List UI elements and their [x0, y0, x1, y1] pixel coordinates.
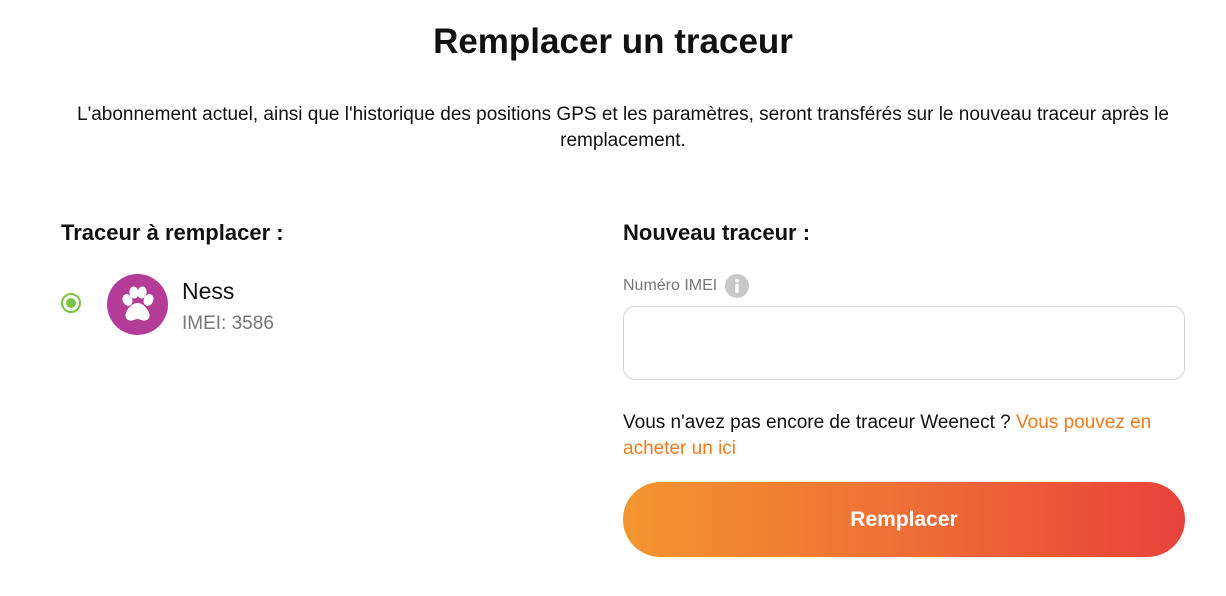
tracker-to-replace-heading: Traceur à remplacer : [61, 220, 284, 245]
buy-prompt-text: Vous n'avez pas encore de traceur Weenec… [623, 412, 1017, 433]
replace-tracker-page: Remplacer un traceur L'abonnement actuel… [0, 0, 1226, 596]
imei-input[interactable] [623, 306, 1185, 380]
imei-label-row: Numéro IMEI [623, 273, 750, 299]
tracker-name: Ness [182, 278, 235, 304]
buy-tracker-prompt: Vous n'avez pas encore de traceur Weenec… [623, 410, 1185, 462]
radio-selected-dot [66, 298, 76, 308]
new-tracker-section: Nouveau traceur : Numéro IMEI Vous n'ave… [623, 218, 1185, 557]
page-title: Remplacer un traceur [433, 22, 793, 61]
info-icon[interactable] [725, 274, 750, 298]
tracker-option-ness[interactable]: Ness IMEI: 3586 [61, 274, 461, 336]
tracker-to-replace-section: Traceur à remplacer : Ness IMEI: 3586 [61, 218, 561, 335]
new-tracker-heading: Nouveau traceur : [623, 220, 811, 245]
imei-field-label: Numéro IMEI [623, 277, 718, 294]
tracker-imei: IMEI: 3586 [182, 313, 274, 334]
tracker-radio-button[interactable] [61, 293, 81, 313]
replace-button[interactable]: Remplacer [623, 482, 1185, 557]
page-description: L'abonnement actuel, ainsi que l'histori… [77, 104, 1169, 151]
paw-icon [122, 286, 154, 321]
avatar [107, 274, 168, 335]
